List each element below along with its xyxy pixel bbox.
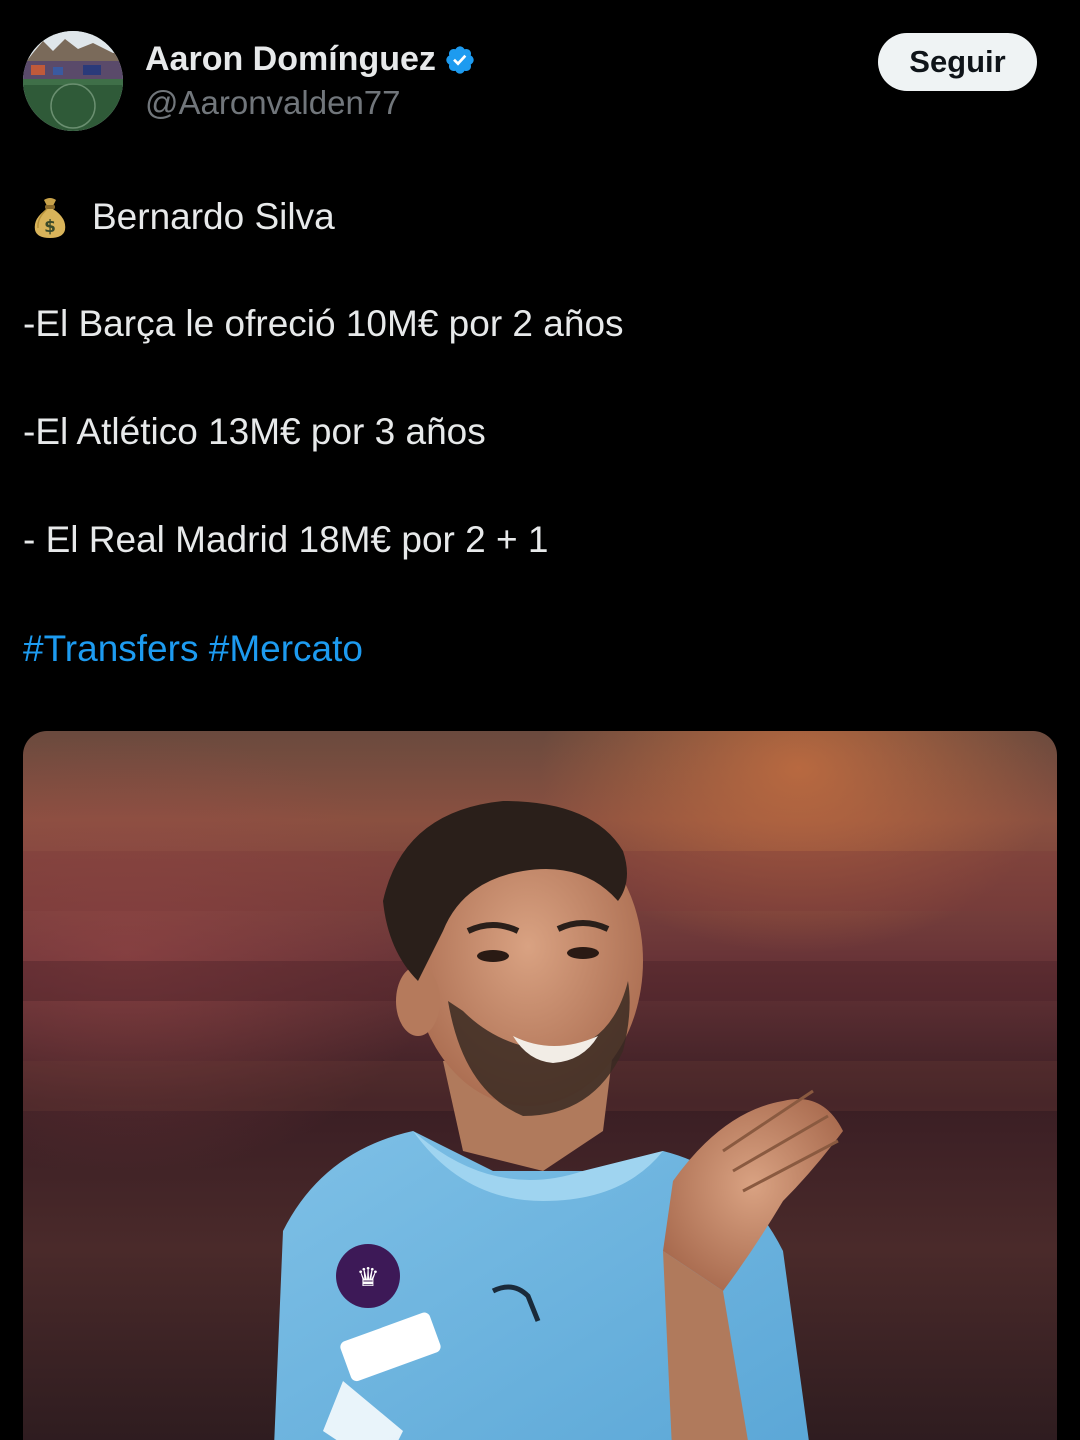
author-name-text: Aaron Domínguez bbox=[145, 40, 436, 78]
follow-button[interactable]: Seguir bbox=[878, 33, 1037, 91]
hashtag-transfers[interactable]: #Transfers bbox=[23, 628, 198, 669]
verified-badge-icon[interactable] bbox=[444, 44, 476, 76]
svg-text:♛: ♛ bbox=[356, 1263, 379, 1293]
avatar[interactable] bbox=[23, 31, 123, 131]
tweet-media-photo[interactable]: ♛ bbox=[23, 731, 1057, 1440]
svg-text:$: $ bbox=[44, 217, 56, 237]
hashtag-mercato[interactable]: #Mercato bbox=[209, 628, 363, 669]
tweet-line-barca: -El Barça le ofreció 10M€ por 2 años bbox=[23, 303, 624, 344]
stadium-photo-avatar bbox=[23, 31, 123, 131]
tweet-title-line: $ Bernardo Silva bbox=[23, 194, 335, 240]
tweet: Aaron Domínguez @Aaronvalden77 Seguir $ … bbox=[0, 0, 1080, 1440]
author-handle[interactable]: @Aaronvalden77 bbox=[145, 84, 401, 122]
author-name[interactable]: Aaron Domínguez bbox=[145, 40, 476, 79]
tweet-line-real-madrid: - El Real Madrid 18M€ por 2 + 1 bbox=[23, 519, 549, 560]
hashtags: #Transfers #Mercato bbox=[23, 628, 363, 670]
player-photo: ♛ bbox=[23, 731, 1057, 1440]
money-bag-icon: $ bbox=[27, 194, 73, 240]
tweet-title: Bernardo Silva bbox=[92, 196, 335, 237]
tweet-line-atletico: -El Atlético 13M€ por 3 años bbox=[23, 411, 486, 452]
